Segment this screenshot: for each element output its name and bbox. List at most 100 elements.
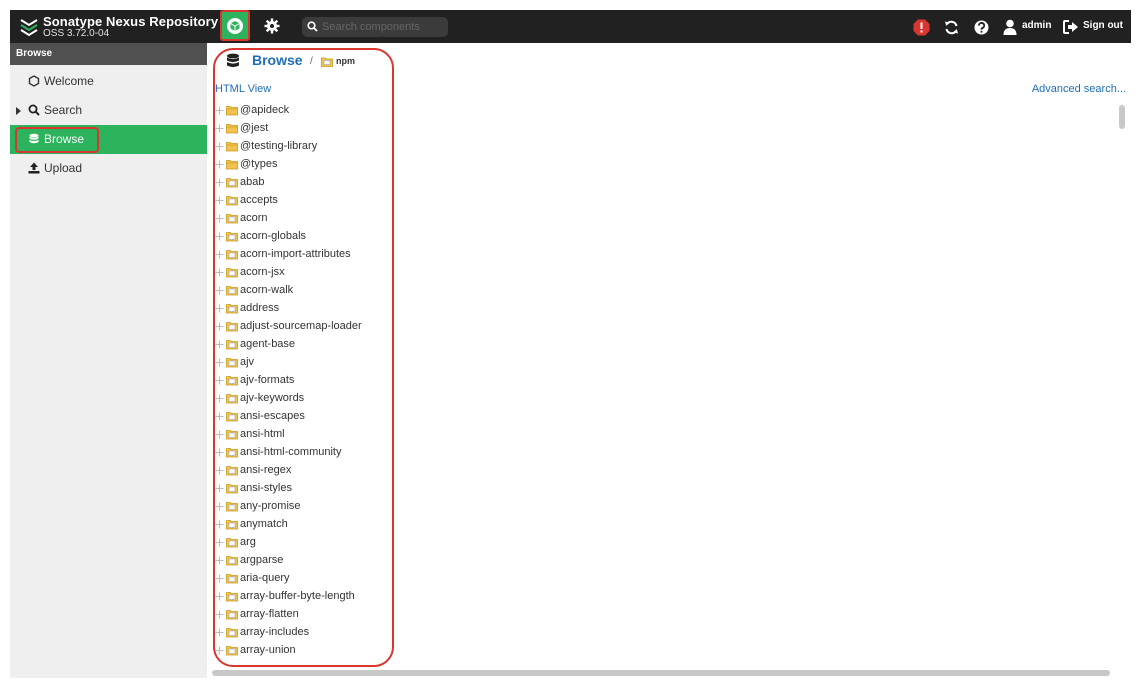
- component-icon: [226, 213, 238, 227]
- tree-node-label: any-promise: [240, 500, 301, 512]
- sidebar: Browse Welcome Search Browse Upload: [10, 43, 207, 678]
- component-icon: [226, 303, 238, 317]
- browse-panel: Browse / npm HTML View Advanced search..…: [207, 43, 1131, 678]
- component-icon: [226, 375, 238, 389]
- sidebar-item-welcome[interactable]: Welcome: [10, 67, 207, 96]
- tree-node-label: @apideck: [240, 104, 290, 116]
- sidebar-item-search[interactable]: Search: [10, 96, 207, 125]
- help-icon: [974, 20, 988, 34]
- component-icon: [226, 321, 238, 335]
- expand-icon[interactable]: [215, 448, 224, 460]
- tree-node-label: array-buffer-byte-length: [240, 590, 355, 602]
- tree-node-label: ajv-formats: [240, 374, 295, 386]
- expand-icon[interactable]: [215, 124, 224, 136]
- html-view-link[interactable]: HTML View: [215, 83, 271, 95]
- expand-icon[interactable]: [215, 250, 224, 262]
- component-icon: [226, 627, 238, 641]
- expand-icon[interactable]: [215, 610, 224, 622]
- search-icon: [307, 21, 318, 32]
- component-icon: [226, 411, 238, 425]
- search-components-input[interactable]: [320, 18, 444, 36]
- sign-out-icon: [1063, 20, 1078, 34]
- component-icon: [226, 339, 238, 353]
- expand-icon[interactable]: [215, 646, 224, 658]
- tree-node-label: abab: [240, 176, 265, 188]
- tree-node-label: @testing-library: [240, 140, 318, 152]
- tree-node-label: ansi-html: [240, 428, 285, 440]
- expand-icon[interactable]: [215, 178, 224, 190]
- sidebar-item-browse[interactable]: Browse: [10, 125, 207, 154]
- expand-icon[interactable]: [215, 268, 224, 280]
- vertical-scrollbar[interactable]: [1119, 103, 1125, 668]
- expand-icon[interactable]: [215, 412, 224, 424]
- component-icon: [226, 501, 238, 515]
- database-icon: [227, 53, 239, 68]
- breadcrumb-browse-link[interactable]: Browse: [252, 52, 303, 68]
- browse-mode-button[interactable]: [220, 10, 250, 41]
- system-alert-button[interactable]: [912, 18, 930, 36]
- expand-icon[interactable]: [215, 376, 224, 388]
- refresh-button[interactable]: [942, 18, 960, 36]
- expand-icon[interactable]: [215, 160, 224, 172]
- tree-node-label: @jest: [240, 122, 269, 134]
- tree-node-label: argparse: [240, 554, 284, 566]
- tree-node-label: ansi-regex: [240, 464, 292, 476]
- component-icon: [226, 429, 238, 443]
- caret-right-icon[interactable]: [16, 107, 21, 115]
- expand-icon[interactable]: [215, 466, 224, 478]
- expand-icon[interactable]: [215, 322, 224, 334]
- expand-icon[interactable]: [215, 142, 224, 154]
- expand-icon[interactable]: [215, 592, 224, 604]
- component-icon: [226, 177, 238, 191]
- sign-out-button[interactable]: Sign out: [1083, 20, 1123, 31]
- sidebar-item-label: Upload: [44, 161, 83, 175]
- cube-icon: [227, 17, 243, 34]
- app-version: OSS 3.72.0-04: [43, 28, 110, 39]
- refresh-icon: [944, 20, 958, 34]
- expand-icon[interactable]: [215, 628, 224, 640]
- repository-icon: [321, 57, 333, 67]
- expand-icon[interactable]: [215, 106, 224, 118]
- search-components-box: [302, 17, 448, 37]
- expand-icon[interactable]: [215, 556, 224, 568]
- expand-icon[interactable]: [215, 340, 224, 352]
- expand-icon[interactable]: [215, 196, 224, 208]
- expand-icon[interactable]: [215, 232, 224, 244]
- expand-icon[interactable]: [215, 394, 224, 406]
- upload-icon: [28, 162, 40, 174]
- breadcrumb-repository: npm: [336, 56, 355, 66]
- component-icon: [226, 447, 238, 461]
- scrollbar-thumb[interactable]: [1119, 105, 1125, 129]
- expand-icon[interactable]: [215, 574, 224, 586]
- user-button[interactable]: [1001, 18, 1019, 36]
- tree-node-label: acorn: [240, 212, 268, 224]
- sign-out-icon-button[interactable]: [1062, 18, 1080, 36]
- component-icon: [226, 267, 238, 281]
- expand-icon[interactable]: [215, 286, 224, 298]
- sidebar-item-label: Welcome: [44, 74, 94, 88]
- expand-icon[interactable]: [215, 502, 224, 514]
- expand-icon[interactable]: [215, 520, 224, 532]
- expand-icon[interactable]: [215, 430, 224, 442]
- help-button[interactable]: [972, 18, 990, 36]
- tree-node-label: acorn-import-attributes: [240, 248, 351, 260]
- folder-icon: [226, 159, 238, 173]
- advanced-search-link[interactable]: Advanced search...: [1032, 83, 1126, 95]
- expand-icon[interactable]: [215, 304, 224, 316]
- component-icon: [226, 357, 238, 371]
- sidebar-item-upload[interactable]: Upload: [10, 154, 207, 183]
- expand-icon[interactable]: [215, 538, 224, 550]
- component-icon: [226, 573, 238, 587]
- admin-mode-button[interactable]: [260, 15, 284, 37]
- user-name[interactable]: admin: [1022, 20, 1051, 31]
- component-icon: [226, 609, 238, 623]
- component-icon: [226, 519, 238, 533]
- folder-icon: [226, 141, 238, 155]
- component-icon: [226, 393, 238, 407]
- tree-node-label: accepts: [240, 194, 278, 206]
- user-icon: [1003, 19, 1017, 35]
- expand-icon[interactable]: [215, 358, 224, 370]
- expand-icon[interactable]: [215, 484, 224, 496]
- horizontal-scrollbar[interactable]: [212, 670, 1110, 676]
- expand-icon[interactable]: [215, 214, 224, 226]
